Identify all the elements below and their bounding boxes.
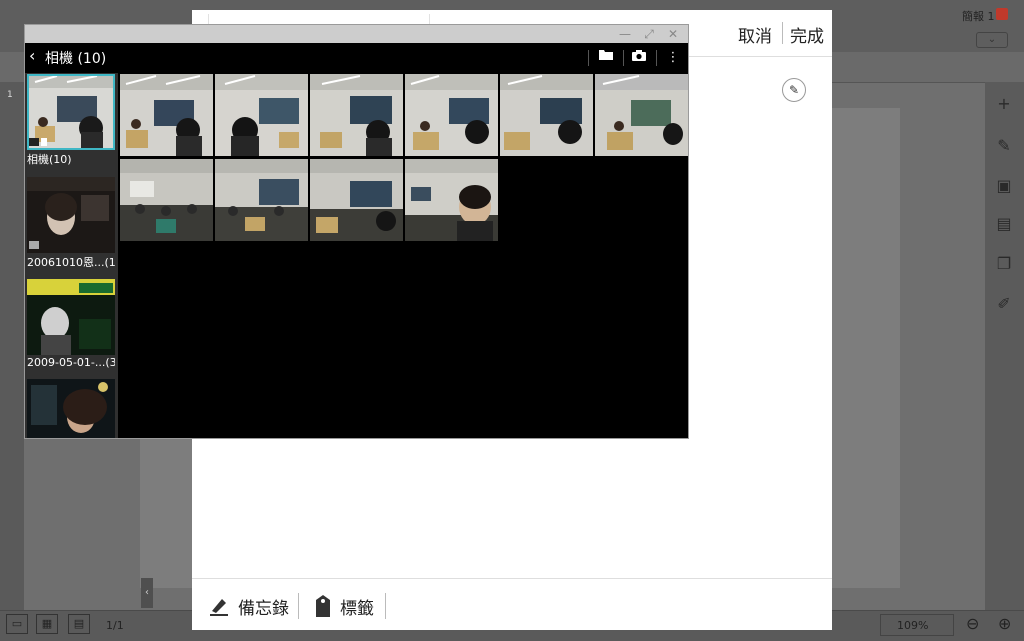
normal-view-icon[interactable]: ▭: [6, 614, 28, 634]
album-item[interactable]: [27, 379, 115, 438]
tag-button[interactable]: 標籤: [314, 593, 374, 619]
camera-icon[interactable]: [628, 47, 650, 69]
album-thumbnail: [27, 379, 115, 438]
photo-thumbnail[interactable]: [215, 159, 308, 241]
tag-label: 標籤: [340, 598, 374, 619]
notification-badge: [996, 8, 1008, 20]
more-options-icon[interactable]: ⋮: [662, 47, 684, 69]
slide-panel: [0, 82, 24, 610]
window-titlebar[interactable]: — ⤢ ✕: [25, 25, 688, 43]
photo-thumbnail[interactable]: [405, 74, 498, 156]
chevron-down-icon[interactable]: ⌄: [976, 32, 1008, 48]
header-divider: [623, 50, 624, 66]
photo-grid: [120, 73, 688, 438]
zoom-out-icon[interactable]: ⊖: [966, 614, 979, 633]
header-divider: [656, 50, 657, 66]
header-divider: [782, 22, 783, 44]
photo-thumbnail[interactable]: [215, 74, 308, 156]
footer-divider: [298, 593, 299, 619]
close-icon[interactable]: ✕: [663, 26, 683, 42]
panel-collapse-button[interactable]: ‹: [141, 578, 153, 608]
notes-icon[interactable]: ✐: [994, 294, 1014, 314]
album-label: 20061010恩...(1): [27, 256, 115, 269]
photo-thumbnail[interactable]: [500, 74, 593, 156]
album-list: 相機(10) 20061010恩...(1) 2009-05-01-...(3): [25, 73, 118, 438]
back-icon[interactable]: ‹: [29, 46, 35, 65]
gallery-window: — ⤢ ✕ ‹ 相機 (10) ⋮ 相機(10) 20061010恩...(1)…: [24, 24, 689, 439]
footer-divider: [385, 593, 386, 619]
slides-icon[interactable]: ❐: [994, 254, 1014, 274]
page-indicator: 1/1: [106, 619, 124, 632]
minimize-icon[interactable]: —: [615, 26, 635, 42]
zoom-in-icon[interactable]: ⊕: [998, 614, 1011, 633]
photo-thumbnail[interactable]: [310, 159, 403, 241]
image-insert-icon[interactable]: ▣: [994, 176, 1014, 196]
tag-icon: [316, 595, 330, 617]
album-thumbnail: [27, 74, 115, 150]
right-tool-rail: [985, 82, 1024, 610]
pen-icon[interactable]: ✎: [782, 78, 806, 102]
add-icon[interactable]: +: [994, 94, 1014, 114]
maximize-icon[interactable]: ⤢: [639, 26, 659, 42]
done-button[interactable]: 完成: [790, 22, 824, 47]
album-label: 相機(10): [27, 153, 72, 166]
memo-footer: 備忘錄 標籤: [192, 578, 832, 631]
zoom-select[interactable]: 109%: [880, 614, 954, 636]
presentation-icon[interactable]: ▤: [68, 614, 90, 634]
file-tab-label[interactable]: 簡報 1: [962, 8, 995, 24]
album-title: 相機 (10): [45, 51, 107, 67]
pencil-icon: [210, 599, 228, 616]
memo-label: 備忘錄: [238, 598, 289, 619]
photo-thumbnail[interactable]: [405, 159, 498, 241]
grid-view-icon[interactable]: ▦: [36, 614, 58, 634]
photo-thumbnail[interactable]: [120, 159, 213, 241]
slide-number[interactable]: 1: [7, 90, 13, 100]
photo-thumbnail[interactable]: [310, 74, 403, 156]
album-thumbnail: [27, 279, 115, 355]
album-item[interactable]: 20061010恩...(1): [27, 177, 115, 270]
gallery-header: ‹ 相機 (10) ⋮: [25, 43, 688, 73]
cancel-button[interactable]: 取消: [738, 22, 772, 47]
album-item[interactable]: 相機(10): [27, 74, 115, 167]
album-thumbnail: [27, 177, 115, 253]
edit-note-icon[interactable]: ✎: [994, 136, 1014, 156]
memo-button[interactable]: 備忘錄: [208, 593, 289, 619]
header-divider: [588, 50, 589, 66]
album-label: 2009-05-01-...(3): [27, 356, 115, 369]
new-folder-icon[interactable]: [595, 47, 617, 69]
layout-icon[interactable]: ▤: [994, 214, 1014, 234]
photo-thumbnail[interactable]: [595, 74, 688, 156]
photo-thumbnail[interactable]: [120, 74, 213, 156]
album-item[interactable]: 2009-05-01-...(3): [27, 279, 115, 369]
